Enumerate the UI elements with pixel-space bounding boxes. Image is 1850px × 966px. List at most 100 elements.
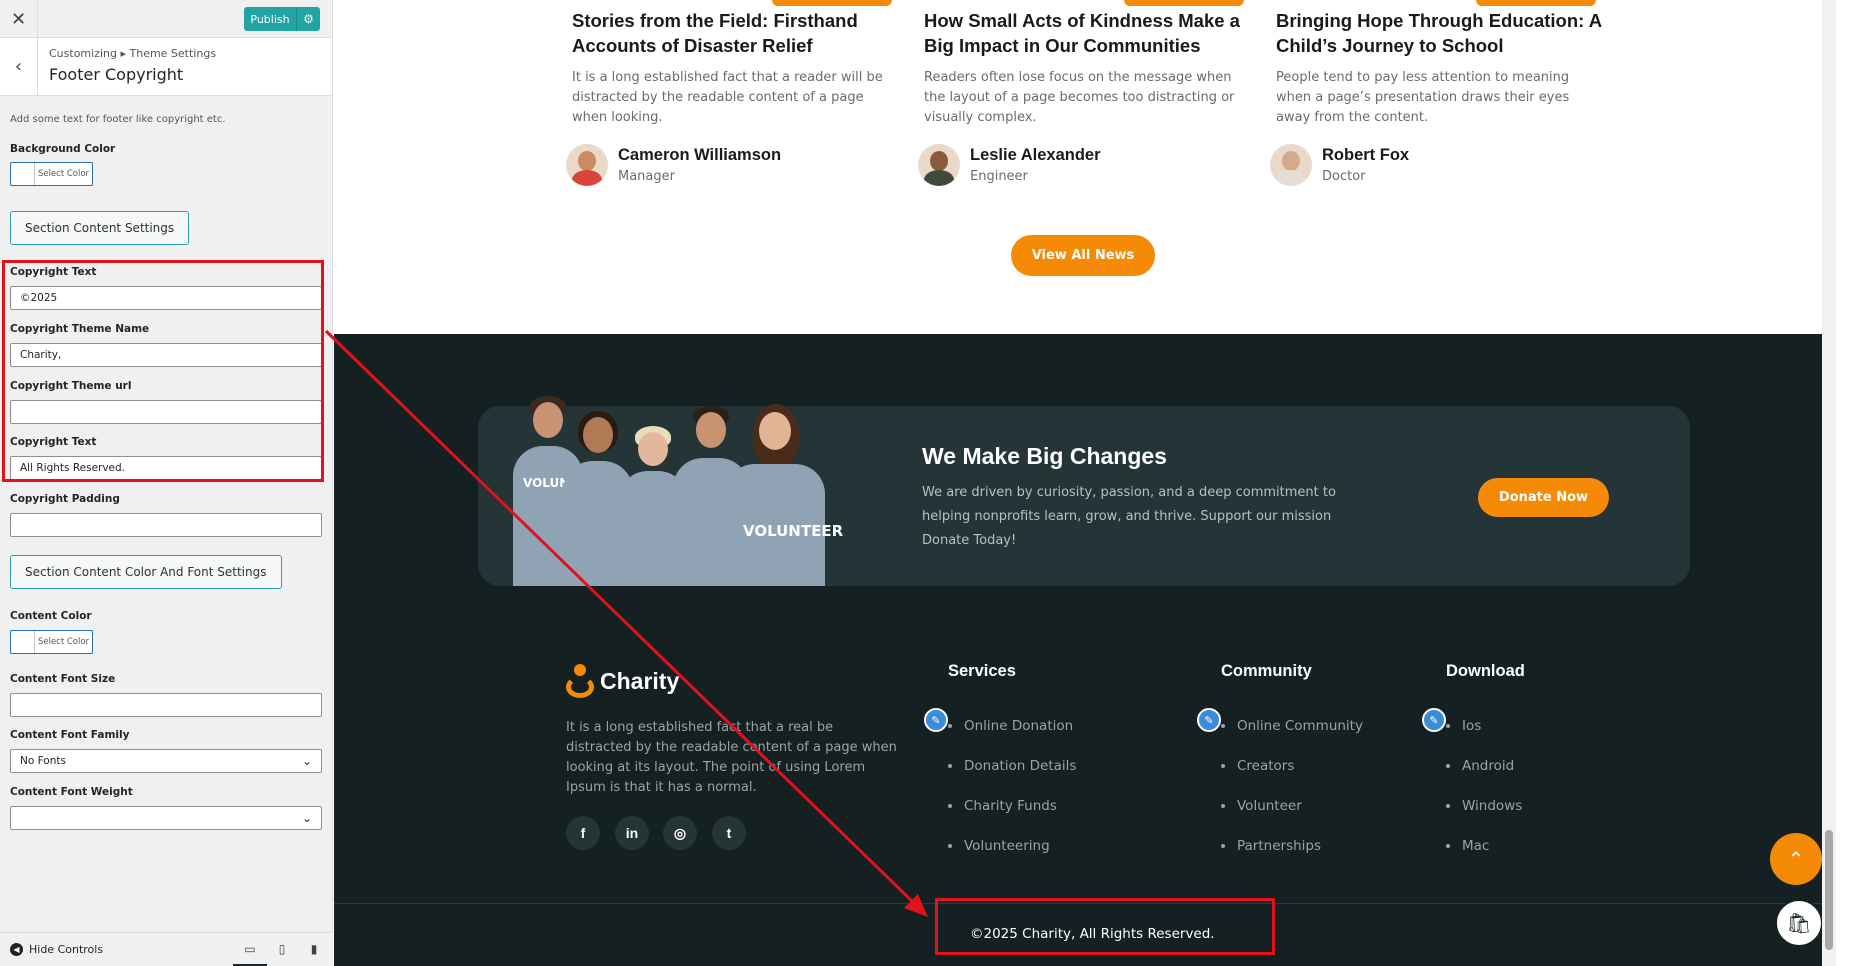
tablet-preview-button[interactable]: ▯ — [274, 941, 290, 957]
facebook-icon: f — [580, 825, 586, 841]
news-category-tab — [1476, 0, 1596, 6]
author-name: Cameron Williamson — [618, 146, 782, 164]
shirt-print: VOLUNTEER — [743, 522, 844, 540]
publish-settings-button[interactable]: ⚙ — [296, 7, 320, 31]
content-color-label: Content Color — [10, 610, 92, 622]
footer-link[interactable]: Android — [1446, 746, 1522, 786]
download-list: Ios Android Windows Mac — [1446, 706, 1522, 866]
news-card[interactable]: Bringing Hope Through Education: A Child… — [1276, 0, 1606, 128]
edit-shortcut-button[interactable]: ✎ — [1422, 708, 1446, 732]
tablet-icon: ▯ — [278, 942, 286, 956]
mobile-preview-button[interactable]: ▮ — [306, 941, 322, 957]
avatar — [566, 144, 608, 186]
close-icon: ✕ — [10, 8, 27, 30]
avatar — [1270, 144, 1312, 186]
instagram-icon: ◎ — [673, 824, 687, 841]
author-role: Engineer — [970, 169, 1028, 184]
site-footer: VOLUNTEER We Make Big Changes We are dri… — [334, 334, 1836, 966]
chevron-left-icon: ‹ — [14, 56, 23, 77]
author-name: Robert Fox — [1322, 146, 1410, 164]
footer-link[interactable]: Windows — [1446, 786, 1522, 826]
desktop-preview-button[interactable]: ▭ — [233, 941, 267, 966]
news-title[interactable]: Stories from the Field: Firsthand Accoun… — [572, 8, 902, 58]
content-font-family-select[interactable]: No Fonts ⌄ — [10, 749, 322, 773]
author-role: Manager — [618, 169, 675, 184]
donate-now-button[interactable]: Donate Now — [1478, 478, 1609, 517]
news-card[interactable]: Stories from the Field: Firsthand Accoun… — [572, 0, 902, 128]
desktop-icon: ▭ — [244, 942, 256, 956]
news-category-tab — [772, 0, 892, 6]
content-font-size-label: Content Font Size — [10, 673, 116, 685]
pencil-icon: ✎ — [1429, 713, 1439, 727]
cart-button[interactable]: 🛍 — [1775, 899, 1823, 947]
footer-link[interactable]: Online Community — [1221, 706, 1363, 746]
footer-link[interactable]: Donation Details — [948, 746, 1076, 786]
linkedin-link[interactable]: in — [615, 816, 649, 850]
site-preview: Stories from the Field: Firsthand Accoun… — [334, 0, 1836, 966]
copyright-padding-input[interactable] — [10, 513, 322, 537]
content-font-weight-select[interactable]: ⌄ — [10, 806, 322, 830]
footer-link[interactable]: Charity Funds — [948, 786, 1076, 826]
chevron-up-icon: ⌃ — [1787, 847, 1805, 871]
customizer-header: ✕ Publish ⚙ — [0, 0, 332, 38]
publish-button[interactable]: Publish — [244, 7, 296, 31]
hide-controls-label: Hide Controls — [29, 943, 104, 956]
section-content-settings-button[interactable]: Section Content Settings — [10, 211, 190, 245]
twitter-link[interactable]: t — [712, 816, 746, 850]
charity-logo-icon — [566, 664, 594, 698]
scrollbar-thumb[interactable] — [1825, 830, 1833, 950]
facebook-link[interactable]: f — [566, 816, 600, 850]
news-excerpt: Readers often lose focus on the message … — [924, 70, 1235, 125]
footer-link[interactable]: Mac — [1446, 826, 1522, 866]
section-description: Add some text for footer like copyright … — [10, 114, 226, 125]
volunteers-image: VOLUNTEER — [513, 374, 853, 586]
preview-scrollbar[interactable] — [1822, 0, 1836, 966]
logo-text: Charity — [600, 667, 680, 694]
chevron-down-icon: ⌄ — [301, 754, 312, 768]
news-title[interactable]: Bringing Hope Through Education: A Child… — [1276, 8, 1606, 58]
view-all-news-button[interactable]: View All News — [1011, 235, 1155, 276]
pencil-icon: ✎ — [931, 713, 941, 727]
select-color-label: Select Color — [37, 169, 90, 179]
background-color-picker[interactable]: Select Color — [10, 162, 93, 186]
footer-link[interactable]: Volunteering — [948, 826, 1076, 866]
news-author: Cameron Williamson Manager — [566, 144, 781, 186]
footer-link[interactable]: Volunteer — [1221, 786, 1363, 826]
customizer-panel: ✕ Publish ⚙ ‹ Customizing ▸ Theme Settin… — [0, 0, 333, 966]
footer-link[interactable]: Creators — [1221, 746, 1363, 786]
edit-shortcut-button[interactable]: ✎ — [924, 708, 948, 732]
scroll-to-top-button[interactable]: ⌃ — [1770, 833, 1822, 885]
color-swatch — [11, 631, 35, 653]
footer-link[interactable]: Ios — [1446, 706, 1522, 746]
pencil-icon: ✎ — [1204, 713, 1214, 727]
twitter-icon: t — [726, 825, 732, 841]
news-author: Leslie Alexander Engineer — [918, 144, 1101, 186]
community-heading: Community — [1221, 662, 1312, 680]
news-card[interactable]: How Small Acts of Kindness Make a Big Im… — [924, 0, 1254, 128]
hide-controls-button[interactable]: ◀ Hide Controls — [10, 943, 103, 956]
linkedin-icon: in — [625, 825, 639, 841]
instagram-link[interactable]: ◎ — [663, 816, 697, 850]
news-title[interactable]: How Small Acts of Kindness Make a Big Im… — [924, 8, 1254, 58]
select-value: No Fonts — [20, 755, 66, 767]
highlight-box-settings — [2, 260, 324, 482]
select-color-label: Select Color — [37, 637, 90, 647]
gear-icon: ⚙ — [303, 12, 314, 26]
content-color-picker[interactable]: Select Color — [10, 630, 93, 654]
content-font-weight-label: Content Font Weight — [10, 786, 133, 798]
news-author: Robert Fox Doctor — [1270, 144, 1409, 186]
footer-link[interactable]: Partnerships — [1221, 826, 1363, 866]
shopping-bag-icon: 🛍 — [1786, 911, 1812, 935]
background-color-label: Background Color — [10, 143, 116, 155]
volunteer-figure: VOLUNTEER — [725, 404, 843, 586]
author-role: Doctor — [1322, 169, 1366, 184]
content-font-size-input[interactable] — [10, 693, 322, 717]
footer-link[interactable]: Online Donation — [948, 706, 1076, 746]
cta-text: We are driven by curiosity, passion, and… — [922, 485, 1336, 548]
edit-shortcut-button[interactable]: ✎ — [1197, 708, 1221, 732]
footer-logo[interactable]: Charity — [566, 664, 679, 698]
close-customizer-button[interactable]: ✕ — [0, 0, 38, 38]
download-heading: Download — [1446, 662, 1525, 680]
back-button[interactable]: ‹ — [0, 38, 38, 95]
color-font-settings-button[interactable]: Section Content Color And Font Settings — [10, 555, 282, 589]
